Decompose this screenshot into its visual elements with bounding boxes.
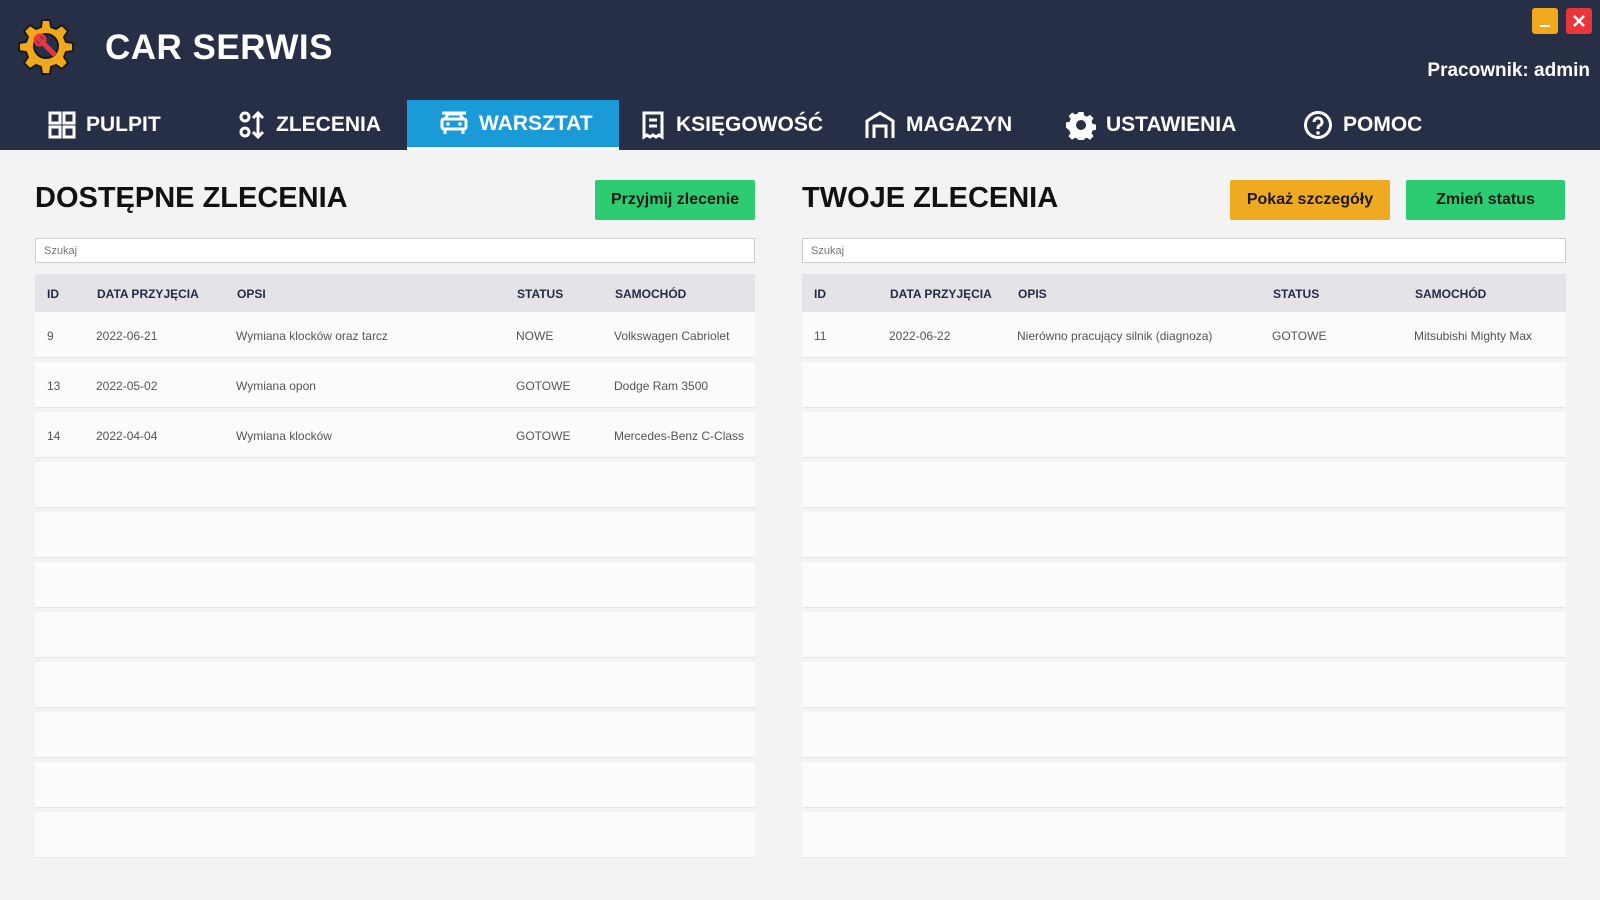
column-header[interactable]: SAMOCHÓD [615,287,686,301]
your-orders-table: ID DATA PRZYJĘCIA OPIS STATUS SAMOCHÓD 1… [802,274,1566,858]
column-header[interactable]: SAMOCHÓD [1415,287,1486,301]
tab-magazyn[interactable]: MAGAZYN [864,100,1034,150]
empty-row [802,612,1566,658]
available-search-input[interactable] [35,238,755,263]
cell-car: Mercedes-Benz C-Class [614,429,745,443]
table-row[interactable]: 14 2022-04-04 Wymiana klocków GOTOWE Mer… [35,412,755,458]
empty-row [35,762,755,808]
receipt-icon [642,111,664,140]
help-icon [1304,111,1332,139]
close-button[interactable] [1566,8,1592,34]
cell-description: Wymiana klocków oraz tarcz [236,329,388,343]
table-body: 11 2022-06-22 Nierówno pracujący silnik … [802,312,1566,858]
tab-label: MAGAZYN [906,113,1013,136]
empty-row [35,712,755,758]
cell-id: 14 [47,429,61,443]
cell-description: Wymiana opon [236,379,316,393]
column-header[interactable]: STATUS [1273,287,1319,301]
sort-icon [239,110,265,140]
column-header[interactable]: STATUS [517,287,563,301]
empty-row [35,462,755,508]
tab-pulpit[interactable]: PULPIT [30,100,200,150]
tab-label: POMOC [1343,113,1423,136]
cell-car: Mitsubishi Mighty Max [1414,329,1533,343]
available-orders-title: DOSTĘPNE ZLECENIA [35,182,348,214]
column-header[interactable]: DATA PRZYJĘCIA [97,287,199,301]
table-row[interactable]: 11 2022-06-22 Nierówno pracujący silnik … [802,312,1566,358]
cell-id: 11 [814,329,827,343]
cell-status: GOTOWE [516,429,571,443]
empty-row [802,462,1566,508]
empty-row [802,412,1566,458]
tab-label: ZLECENIA [276,113,381,136]
available-orders-table: ID DATA PRZYJĘCIA OPSI STATUS SAMOCHÓD 9… [35,274,755,858]
main-nav: PULPIT ZLECENIA WARSZTAT KSIĘGOWOŚĆ MAGA… [0,100,1600,150]
available-orders-panel: DOSTĘPNE ZLECENIA Przyjmij zlecenie ID D… [0,150,760,900]
worker-label: Pracownik: admin [1427,60,1590,81]
column-header[interactable]: ID [814,287,826,301]
empty-row [35,562,755,608]
gear-icon [1066,112,1096,140]
warehouse-icon [865,111,895,138]
app-title: CAR SERWIS [105,28,333,67]
tab-zlecenia[interactable]: ZLECENIA [220,100,390,150]
table-body: 9 2022-06-21 Wymiana klocków oraz tarcz … [35,312,755,858]
cell-car: Volkswagen Cabriolet [614,329,730,343]
change-status-button[interactable]: Zmień status [1406,180,1565,220]
empty-row [802,562,1566,608]
tab-ksiegowosc[interactable]: KSIĘGOWOŚĆ [640,100,830,150]
tab-label: USTAWIENIA [1106,113,1237,136]
cell-id: 13 [47,379,61,393]
show-details-button[interactable]: Pokaż szczegóły [1230,180,1390,220]
empty-row [802,362,1566,408]
your-search-input[interactable] [802,238,1566,263]
cell-description: Nierówno pracujący silnik (diagnoza) [1017,329,1213,343]
empty-row [802,662,1566,708]
minimize-icon [1540,25,1550,27]
minimize-button[interactable] [1532,8,1558,34]
empty-row [35,612,755,658]
column-header[interactable]: DATA PRZYJĘCIA [890,287,992,301]
cell-status: GOTOWE [1272,329,1327,343]
column-header[interactable]: OPSI [237,287,266,301]
tab-ustawienia[interactable]: USTAWIENIA [1066,100,1266,150]
tab-label: KSIĘGOWOŚĆ [676,113,824,136]
tab-label: PULPIT [86,113,161,136]
empty-row [35,662,755,708]
cell-status: NOWE [516,329,554,343]
close-icon [1573,15,1585,27]
cell-car: Dodge Ram 3500 [614,379,709,393]
empty-row [802,712,1566,758]
car-service-logo-icon [18,19,74,75]
column-header[interactable]: OPIS [1018,287,1047,301]
your-orders-panel: TWOJE ZLECENIA Pokaż szczegóły Zmień sta… [800,150,1600,900]
cell-description: Wymiana klocków [236,429,332,443]
cell-status: GOTOWE [516,379,571,393]
empty-row [802,512,1566,558]
your-orders-title: TWOJE ZLECENIA [802,182,1059,214]
app-header: CAR SERWIS Pracownik: admin PULPIT ZLECE… [0,0,1600,150]
tab-label: WARSZTAT [479,111,593,135]
table-row[interactable]: 13 2022-05-02 Wymiana opon GOTOWE Dodge … [35,362,755,408]
empty-row [35,512,755,558]
empty-row [35,812,755,858]
cell-date: 2022-06-21 [96,329,158,343]
empty-row [802,762,1566,808]
cell-id: 9 [47,329,54,343]
grid-icon [48,111,76,139]
tab-pomoc[interactable]: POMOC [1303,100,1453,150]
table-header: ID DATA PRZYJĘCIA OPIS STATUS SAMOCHÓD [802,274,1566,312]
accept-order-button[interactable]: Przyjmij zlecenie [595,180,755,220]
table-header: ID DATA PRZYJĘCIA OPSI STATUS SAMOCHÓD [35,274,755,312]
table-row[interactable]: 9 2022-06-21 Wymiana klocków oraz tarcz … [35,312,755,358]
car-icon [440,111,468,134]
cell-date: 2022-04-04 [96,429,158,443]
empty-row [802,812,1566,858]
cell-date: 2022-06-22 [889,329,951,343]
cell-date: 2022-05-02 [96,379,158,393]
tab-warsztat[interactable]: WARSZTAT [407,100,619,150]
column-header[interactable]: ID [47,287,59,301]
